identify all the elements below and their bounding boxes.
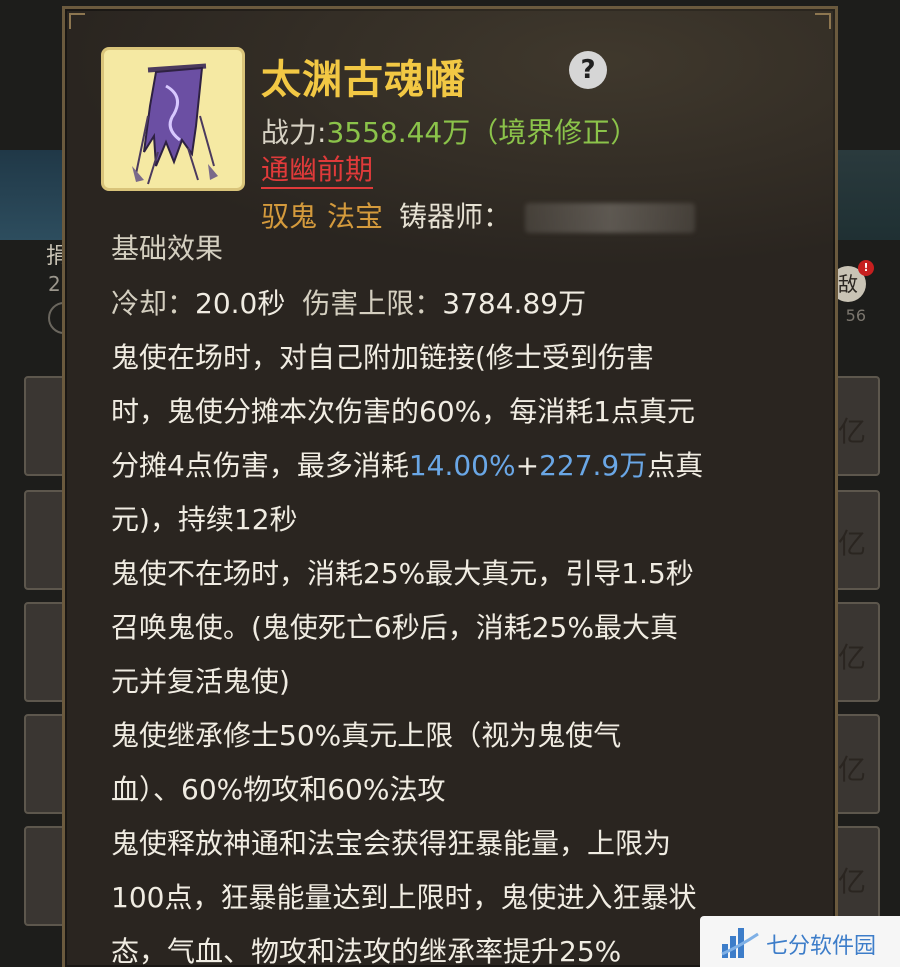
description-text: +: [515, 449, 540, 482]
description-line: 鬼使不在场时，消耗25%最大真元，引导1.5秒: [111, 557, 694, 590]
site-watermark: 七分软件园: [700, 916, 900, 967]
alert-dot-icon: !: [858, 260, 874, 276]
power-label: 战力:: [261, 116, 327, 149]
description-line: 鬼使释放神通和法宝会获得狂暴能量，上限为: [111, 827, 672, 860]
highlight-value: 14.00%: [408, 449, 516, 482]
description-line: 元并复活鬼使): [111, 665, 290, 698]
smith-name-redacted: [525, 203, 696, 233]
power-note: （境界修正）: [470, 116, 639, 149]
damage-cap-value: 3784.89万: [442, 287, 587, 320]
item-stats: 冷却：20.0秒 伤害上限：3784.89万: [111, 282, 586, 322]
power-value: 3558.44万: [326, 116, 471, 149]
watermark-text: 七分软件园: [766, 934, 877, 959]
building-logo-icon: [721, 928, 759, 958]
description-text: 点真: [647, 449, 704, 482]
background-scene-left: [0, 150, 62, 240]
description-line: 分摊4点伤害，最多消耗14.00%+227.9万点真: [111, 439, 811, 493]
background-scene-right: [838, 150, 900, 240]
item-tooltip-panel: 太渊古魂幡 ? 战力:3558.44万（境界修正） 通幽前期 驭鬼 法宝 铸器师： …: [62, 6, 838, 967]
smith-label: 铸器师：: [399, 200, 512, 233]
description-line: 元)，持续12秒: [111, 503, 298, 536]
question-mark-icon[interactable]: ?: [569, 51, 607, 89]
description-line: 鬼使在场时，对自己附加链接(修士受到伤害: [111, 341, 654, 374]
description-line: 血）、60%物攻和60%法攻: [111, 773, 446, 806]
background-right-label: 亿: [837, 527, 866, 560]
panel-corner-ornament: [815, 13, 831, 29]
background-right-number: 56: [845, 306, 866, 325]
damage-cap-label: 伤害上限：: [302, 287, 443, 320]
description-text: 分摊4点伤害，最多消耗: [111, 449, 409, 482]
background-right-label: 亿: [837, 641, 866, 674]
item-tags: 驭鬼 法宝 铸器师：: [261, 195, 696, 235]
cooldown-value: 20.0秒: [195, 287, 286, 320]
background-right-label: 亿: [837, 415, 866, 448]
background-right-label: 亿: [837, 865, 866, 898]
description-line: 鬼使继承修士50%真元上限（视为鬼使气: [111, 719, 622, 752]
section-title-basic-effect: 基础效果: [111, 232, 224, 265]
panel-corner-ornament: [69, 13, 85, 29]
cooldown-label: 冷却：: [111, 287, 196, 320]
highlight-value: 227.9万: [539, 449, 648, 482]
tag-type: 驭鬼: [261, 200, 318, 233]
tag-category: 法宝: [327, 200, 384, 233]
combat-power: 战力:3558.44万（境界修正）: [261, 111, 638, 151]
description-line: 召唤鬼使。(鬼使死亡6秒后，消耗25%最大真: [111, 611, 678, 644]
description-line: 时，鬼使分摊本次伤害的60%，每消耗1点真元: [111, 395, 696, 428]
effect-description: 鬼使在场时，对自己附加链接(修士受到伤害 时，鬼使分摊本次伤害的60%，每消耗1…: [111, 331, 811, 967]
realm-requirement: 通幽前期: [261, 153, 374, 189]
banner-flag-icon: [101, 47, 245, 191]
background-right-label: 亿: [837, 753, 866, 786]
item-name: 太渊古魂幡: [261, 57, 466, 103]
background-left-number: 2: [48, 272, 61, 296]
